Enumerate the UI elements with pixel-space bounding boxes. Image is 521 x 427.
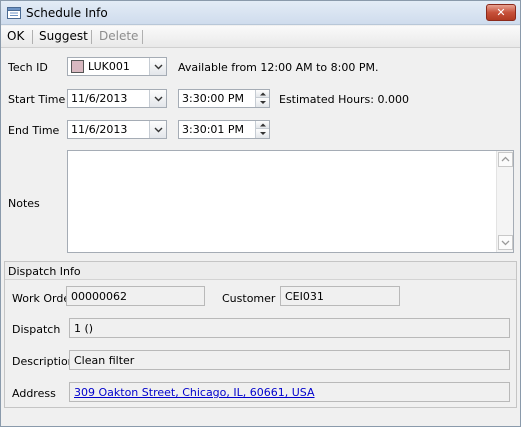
toolbar: OK Suggest Delete (1, 26, 520, 48)
chevron-down-icon[interactable] (149, 90, 166, 107)
dispatch-info-title: Dispatch Info (8, 265, 81, 278)
end-time-spinner[interactable]: 3:30:01 PM (178, 120, 270, 139)
window-title: Schedule Info (26, 6, 108, 20)
toolbar-separator (32, 30, 33, 44)
delete-button[interactable]: Delete (99, 29, 138, 43)
scroll-down-icon[interactable] (498, 235, 513, 250)
chevron-down-icon[interactable] (149, 58, 166, 75)
end-time-value: 3:30:01 PM (182, 123, 245, 136)
tech-id-label: Tech ID (8, 61, 48, 74)
description-value: Clean filter (74, 354, 135, 367)
toolbar-separator (142, 30, 143, 44)
customer-label: Customer (222, 292, 276, 305)
chevron-down-icon[interactable] (149, 121, 166, 138)
work-order-field: 00000062 (66, 286, 205, 306)
end-date-picker[interactable]: 11/6/2013 (67, 120, 167, 139)
end-date-value: 11/6/2013 (71, 123, 128, 136)
notes-textarea[interactable] (67, 150, 514, 253)
address-label: Address (12, 387, 56, 400)
tech-id-value: LUK001 (88, 60, 130, 73)
start-time-value: 3:30:00 PM (182, 92, 245, 105)
schedule-info-window: Schedule Info ✕ OK Suggest Delete Tech I… (0, 0, 521, 427)
start-time-label: Start Time (8, 93, 66, 106)
address-field: 309 Oakton Street, Chicago, IL, 60661, U… (69, 382, 510, 402)
spin-down-icon[interactable] (255, 129, 269, 138)
availability-text: Available from 12:00 AM to 8:00 PM. (178, 61, 379, 74)
work-order-value: 00000062 (71, 290, 127, 303)
address-link[interactable]: 309 Oakton Street, Chicago, IL, 60661, U… (74, 386, 315, 399)
estimated-hours: Estimated Hours: 0.000 (279, 93, 409, 106)
work-order-label: Work Orde (12, 292, 71, 305)
dispatch-info-header: Dispatch Info (5, 262, 516, 280)
spin-up-icon[interactable] (255, 121, 269, 129)
tech-id-dropdown[interactable]: LUK001 (67, 57, 167, 76)
suggest-button[interactable]: Suggest (39, 29, 88, 43)
notes-scrollbar[interactable] (496, 151, 513, 252)
ok-button[interactable]: OK (7, 29, 24, 43)
notes-label: Notes (8, 197, 40, 210)
tech-color-swatch (71, 60, 84, 73)
customer-value: CEI031 (285, 290, 324, 303)
toolbar-separator (91, 30, 92, 44)
form-icon (7, 6, 21, 20)
start-date-value: 11/6/2013 (71, 92, 128, 105)
dispatch-value: 1 () (74, 322, 94, 335)
customer-field: CEI031 (280, 286, 400, 306)
scroll-up-icon[interactable] (498, 152, 513, 167)
start-date-picker[interactable]: 11/6/2013 (67, 89, 167, 108)
dispatch-field: 1 () (69, 318, 510, 338)
description-label: Description (12, 355, 75, 368)
title-bar[interactable]: Schedule Info ✕ (1, 1, 520, 25)
start-time-spinner[interactable]: 3:30:00 PM (178, 89, 270, 108)
description-field: Clean filter (69, 350, 510, 370)
spin-down-icon[interactable] (255, 98, 269, 107)
spin-up-icon[interactable] (255, 90, 269, 98)
close-icon: ✕ (496, 6, 506, 19)
close-button[interactable]: ✕ (486, 4, 516, 21)
end-time-label: End Time (8, 124, 60, 137)
dispatch-label: Dispatch (12, 323, 61, 336)
